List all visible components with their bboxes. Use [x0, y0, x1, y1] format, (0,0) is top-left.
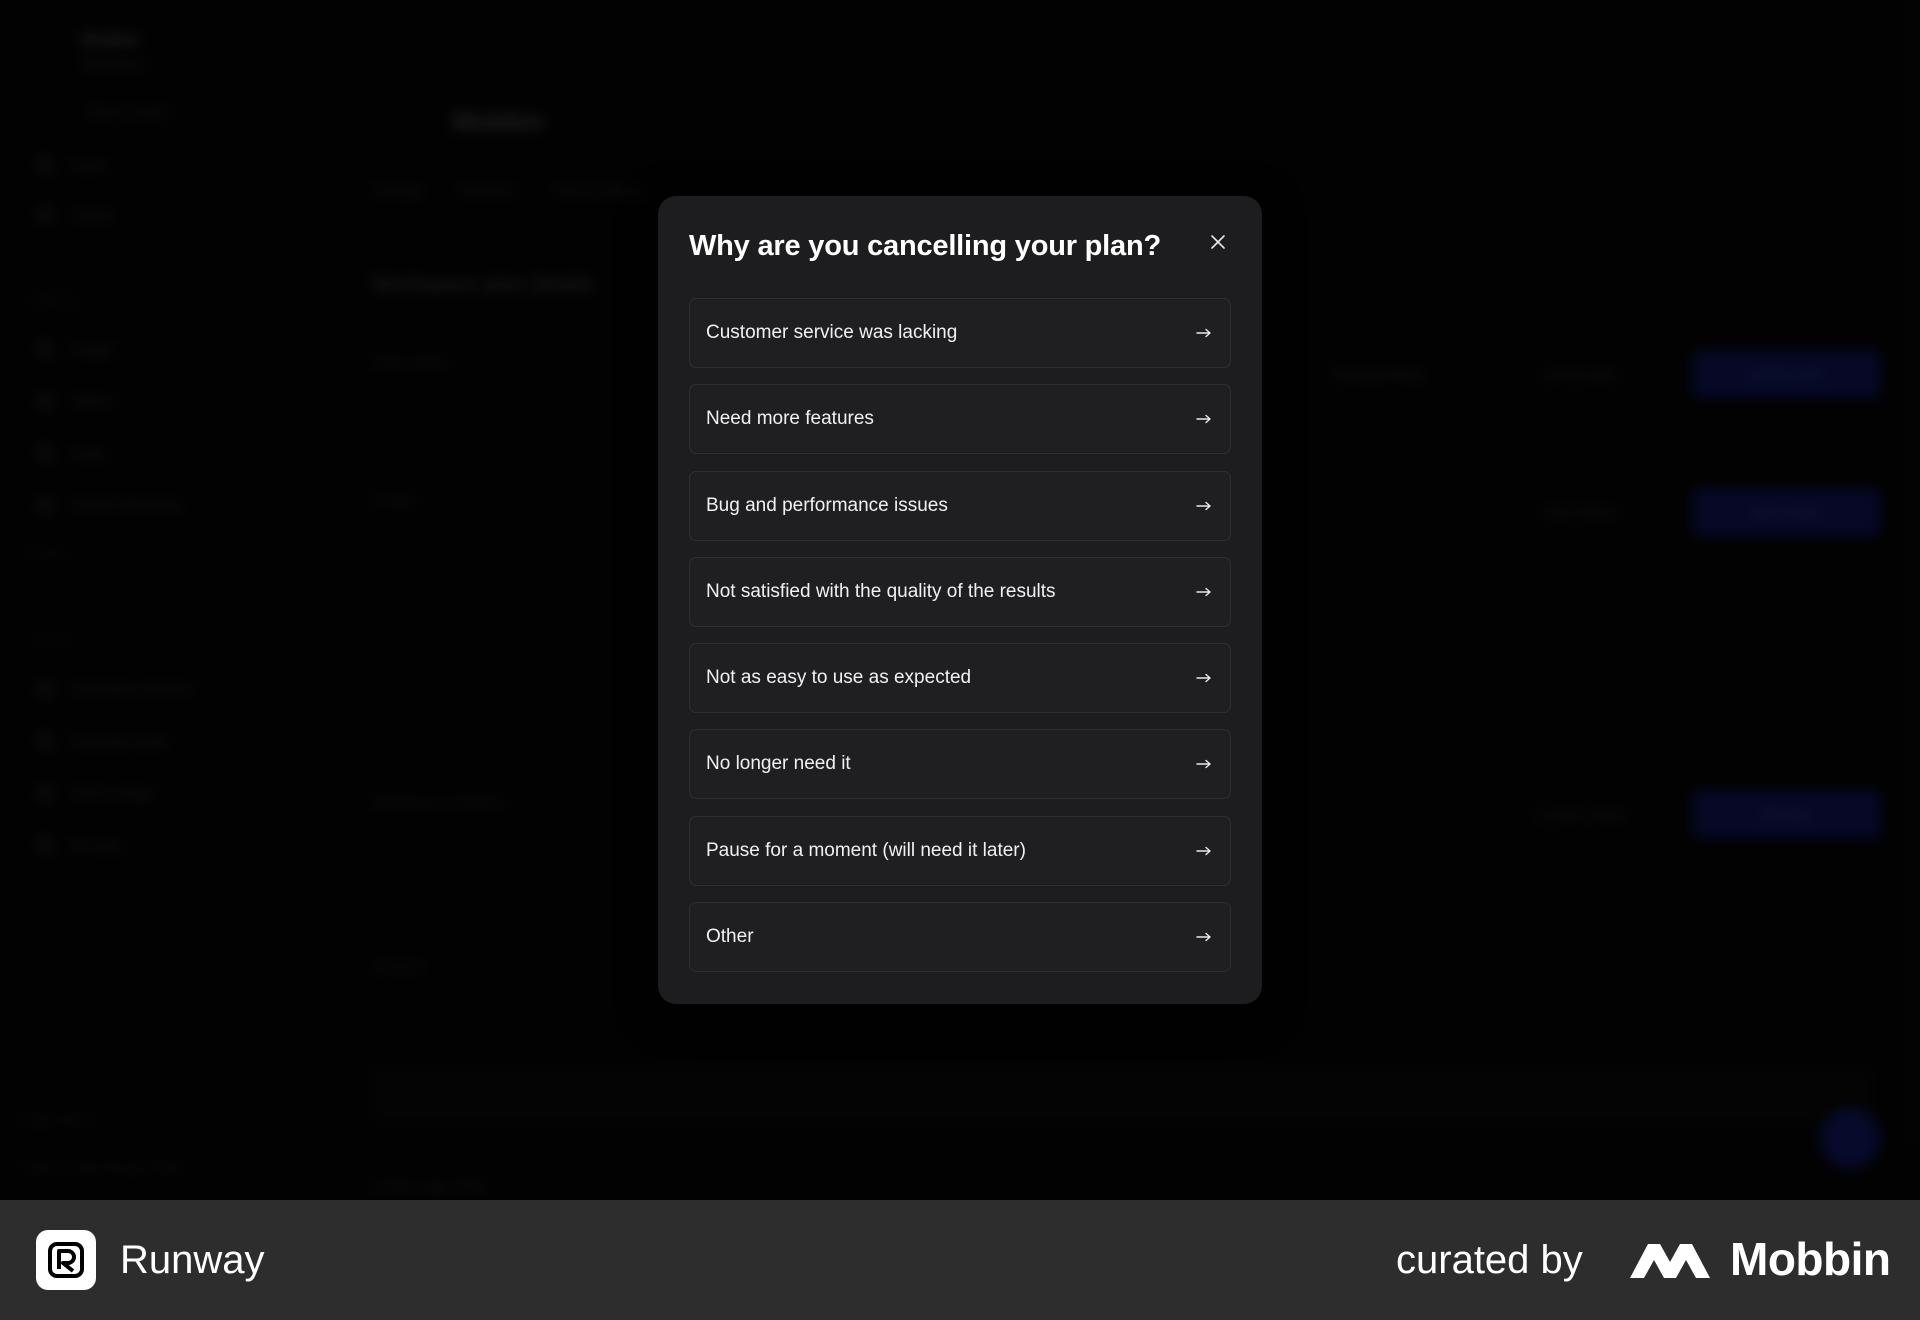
attribution-bar: Runway curated by Mobbin	[0, 1200, 1920, 1320]
reason-option-label: Not satisfied with the quality of the re…	[706, 580, 1056, 602]
arrow-right-icon	[1196, 586, 1214, 598]
reason-option-pause[interactable]: Pause for a moment (will need it later)	[689, 815, 1231, 886]
reason-option-ease-of-use[interactable]: Not as easy to use as expected	[689, 643, 1231, 714]
arrow-right-icon	[1196, 327, 1214, 339]
reason-option-label: Other	[706, 926, 754, 948]
cancel-reason-modal: Why are you cancelling your plan? Custom…	[658, 196, 1262, 1004]
reason-option-other[interactable]: Other	[689, 902, 1231, 973]
reason-option-label: No longer need it	[706, 753, 851, 775]
reason-option-label: Pause for a moment (will need it later)	[706, 839, 1026, 861]
reason-option-bugs[interactable]: Bug and performance issues	[689, 470, 1231, 541]
reason-options-list: Customer service was lacking Need more f…	[689, 298, 1231, 988]
arrow-right-icon	[1196, 413, 1214, 425]
close-icon	[1211, 235, 1225, 249]
close-button[interactable]	[1204, 228, 1232, 256]
reason-option-customer-service[interactable]: Customer service was lacking	[689, 298, 1231, 368]
screen: Mobbin Workspace Search assets Home Asse…	[0, 0, 1920, 1320]
reason-option-label: Customer service was lacking	[706, 322, 958, 343]
modal-title: Why are you cancelling your plan?	[689, 230, 1161, 262]
reason-option-no-longer-needed[interactable]: No longer need it	[689, 729, 1231, 800]
arrow-right-icon	[1196, 758, 1214, 770]
reason-option-quality[interactable]: Not satisfied with the quality of the re…	[689, 556, 1231, 627]
reason-option-label: Bug and performance issues	[706, 494, 948, 516]
arrow-right-icon	[1196, 931, 1214, 943]
mobbin-logo-icon	[1630, 1244, 1710, 1278]
runway-logo-icon	[36, 1230, 96, 1290]
app-name: Runway	[120, 1238, 265, 1282]
brand-name: Mobbin	[1730, 1233, 1891, 1285]
reason-option-label: Need more features	[706, 408, 874, 430]
curated-by-label: curated by	[1396, 1238, 1583, 1282]
reason-option-label: Not as easy to use as expected	[706, 667, 972, 689]
arrow-right-icon	[1196, 672, 1214, 684]
arrow-right-icon	[1196, 500, 1214, 512]
reason-option-more-features[interactable]: Need more features	[689, 384, 1231, 455]
arrow-right-icon	[1196, 845, 1214, 857]
